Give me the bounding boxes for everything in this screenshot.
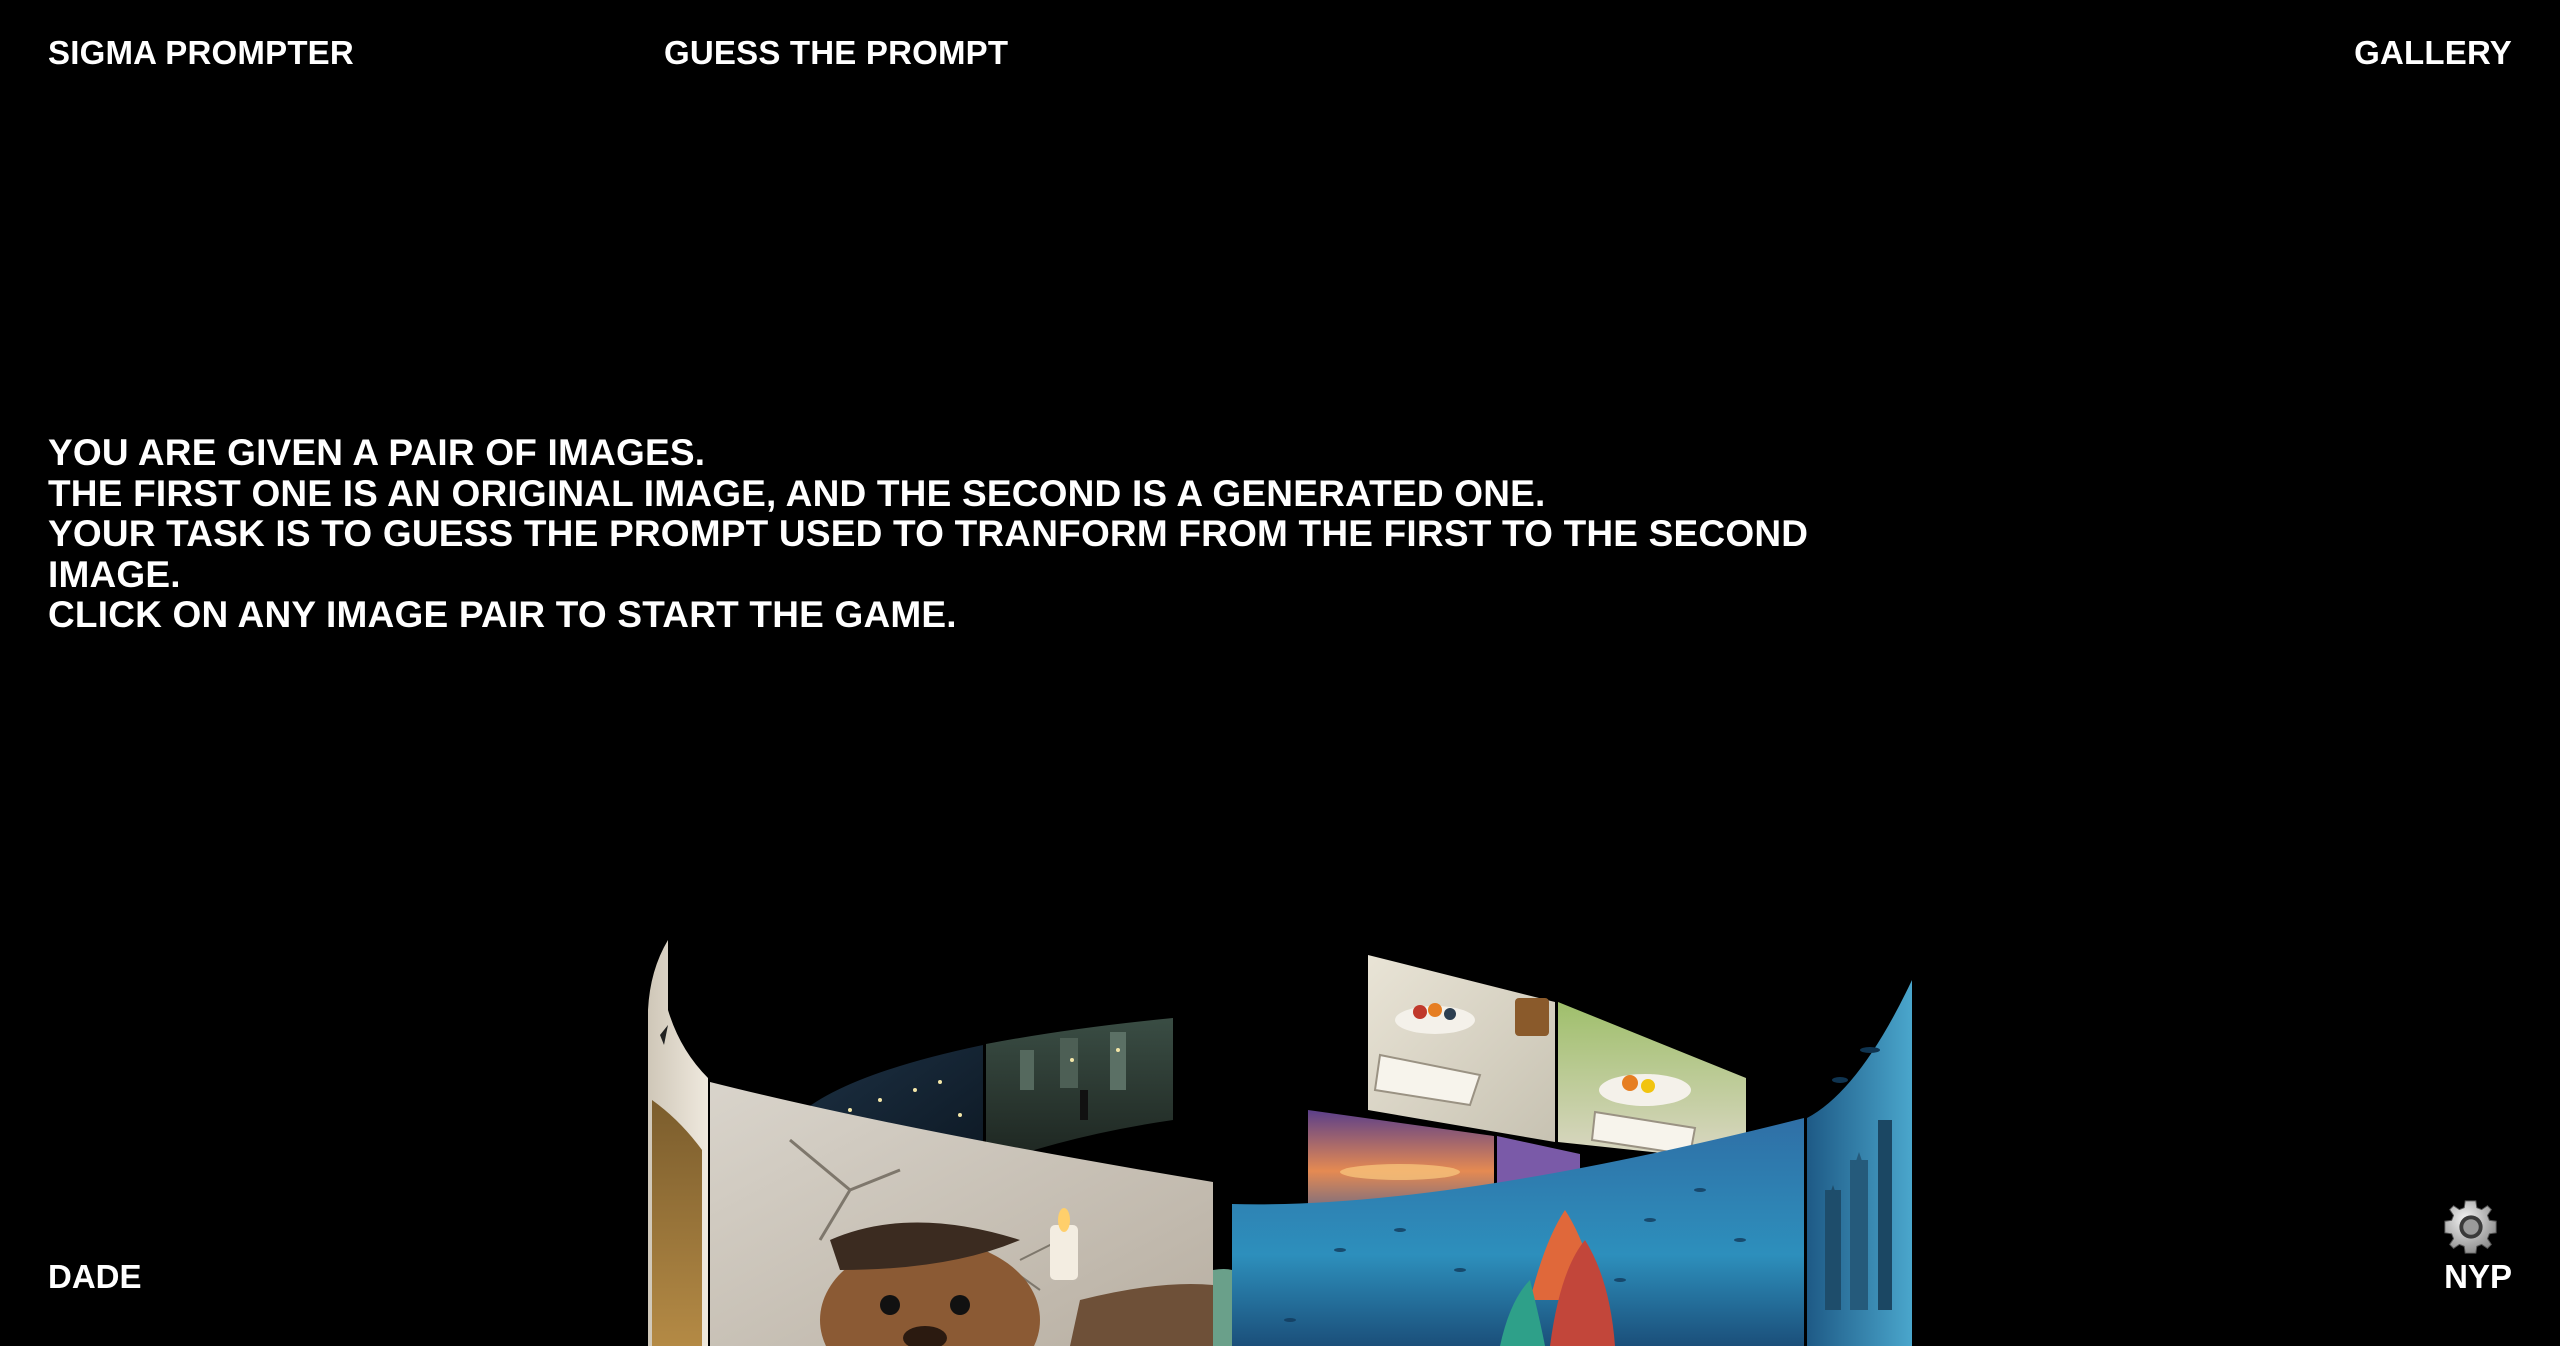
footer-right-link[interactable]: NYP — [2444, 1258, 2512, 1296]
image-pair-carousel[interactable] — [640, 940, 1920, 1346]
panel-edge — [1213, 1269, 1232, 1346]
gear-icon[interactable] — [2440, 1197, 2502, 1259]
brand-link[interactable]: SIGMA PROMPTER — [48, 34, 354, 72]
instruction-line: YOU ARE GIVEN A PAIR OF IMAGES. — [48, 432, 706, 473]
instruction-line: IMAGE. — [48, 553, 181, 595]
guess-the-prompt-link[interactable]: GUESS THE PROMPT — [664, 34, 1008, 72]
footer-left-link[interactable]: DADE — [48, 1258, 142, 1296]
gallery-link[interactable]: GALLERY — [2354, 34, 2512, 72]
instructions: YOU ARE GIVEN A PAIR OF IMAGES. THE FIRS… — [48, 432, 1848, 636]
instruction-line: CLICK ON ANY IMAGE PAIR TO START THE GAM… — [48, 594, 957, 635]
instruction-line: THE FIRST ONE IS AN ORIGINAL IMAGE, AND … — [48, 472, 1546, 514]
instruction-line: YOUR TASK IS TO GUESS THE PROMPT USED TO… — [48, 513, 1809, 554]
